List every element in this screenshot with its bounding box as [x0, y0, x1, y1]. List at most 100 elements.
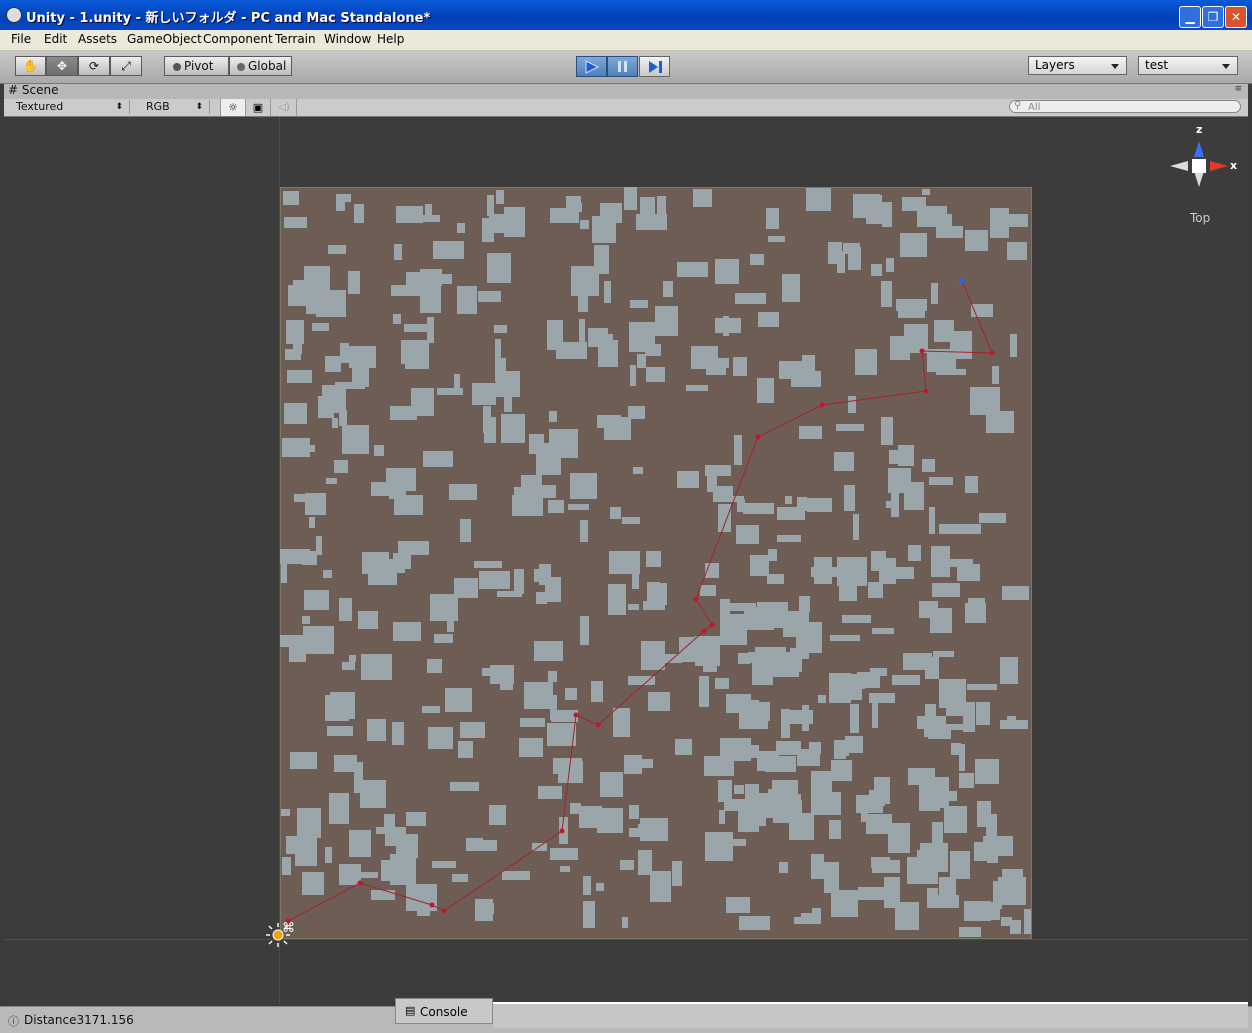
status-message: Distance3171.156	[24, 1013, 134, 1027]
building-block	[329, 793, 349, 824]
building-block	[281, 809, 290, 816]
menu-component[interactable]: Component	[203, 32, 273, 46]
building-block	[520, 718, 545, 727]
move-tool-button[interactable]: ✥	[46, 56, 78, 76]
building-block	[613, 708, 630, 737]
panel-menu-icon[interactable]: ≡	[1234, 84, 1242, 94]
audio-toggle[interactable]: ◁)	[272, 99, 297, 116]
building-block	[768, 549, 777, 561]
play-button[interactable]	[576, 56, 607, 77]
building-block	[919, 781, 940, 811]
color-mode-dropdown[interactable]: RGB ⬍	[138, 100, 210, 114]
tab-scene[interactable]: # Scene	[8, 83, 58, 97]
menu-window[interactable]: Window	[324, 32, 371, 46]
waypoint-marker	[573, 712, 579, 718]
building-block	[631, 759, 653, 768]
building-block	[536, 592, 547, 604]
building-block	[302, 872, 324, 895]
building-block	[750, 555, 769, 576]
building-block	[830, 635, 860, 641]
building-block	[312, 323, 329, 331]
building-block	[445, 688, 472, 712]
layout-dropdown[interactable]: test	[1138, 56, 1238, 75]
building-block	[766, 208, 779, 229]
rotate-tool-button[interactable]: ⟳	[78, 56, 110, 76]
building-block	[425, 204, 432, 216]
terrain-map	[280, 187, 1032, 939]
building-block	[608, 584, 626, 615]
building-block	[514, 569, 524, 594]
building-block	[646, 551, 661, 567]
building-block	[767, 574, 784, 584]
building-block	[327, 726, 353, 736]
building-block	[729, 839, 746, 846]
building-block	[957, 564, 980, 581]
maximize-button[interactable]: ❐	[1202, 6, 1224, 28]
menu-help[interactable]: Help	[377, 32, 404, 46]
orientation-gizmo[interactable]: z x Top	[1168, 123, 1237, 225]
building-block	[986, 411, 1014, 433]
building-block	[768, 236, 785, 242]
building-block	[504, 385, 512, 412]
camera-gizmo-icon[interactable]: ⌘	[282, 921, 295, 936]
step-button[interactable]	[639, 56, 670, 77]
building-block	[938, 895, 959, 908]
building-block	[929, 477, 953, 485]
updown-icon: ⬍	[115, 102, 123, 112]
building-block	[568, 504, 589, 510]
scene-search-input[interactable]: All	[1009, 100, 1241, 113]
building-block	[349, 346, 376, 368]
building-block	[900, 233, 927, 257]
building-block	[797, 749, 820, 766]
building-block	[1010, 334, 1017, 357]
waypoint-marker	[709, 622, 715, 628]
pause-button[interactable]	[607, 56, 638, 77]
building-block	[950, 851, 970, 879]
building-block	[894, 336, 922, 348]
building-block	[785, 496, 792, 504]
building-block	[547, 723, 576, 746]
building-block	[868, 582, 883, 598]
building-block	[396, 206, 423, 223]
menu-file[interactable]: File	[11, 32, 31, 46]
building-block	[650, 871, 671, 902]
building-block	[550, 208, 579, 223]
building-block	[489, 214, 508, 233]
waypoint-marker	[919, 348, 925, 354]
close-button[interactable]: ✕	[1225, 6, 1247, 28]
scene-lighting-toggle[interactable]: ☼	[220, 99, 246, 116]
scale-tool-button[interactable]: ⤢	[110, 56, 142, 76]
building-block	[789, 813, 814, 840]
building-block	[391, 285, 413, 296]
game-overlay-toggle[interactable]: ▣	[246, 99, 271, 116]
building-block	[853, 194, 880, 218]
building-block	[882, 202, 892, 227]
building-block	[290, 752, 317, 769]
global-toggle[interactable]: Global	[229, 56, 292, 76]
tab-console[interactable]: ▤ Console	[395, 998, 493, 1024]
menu-edit[interactable]: Edit	[44, 32, 67, 46]
minimize-button[interactable]: ▁	[1179, 6, 1201, 28]
building-block	[908, 545, 921, 561]
building-block	[449, 484, 477, 500]
building-block	[724, 799, 751, 811]
menu-gameobject[interactable]: GameObject	[127, 32, 202, 46]
building-block	[845, 736, 863, 753]
building-block	[964, 524, 981, 534]
hand-tool-button[interactable]: ✋	[15, 56, 46, 76]
layers-dropdown[interactable]: Layers	[1028, 56, 1127, 75]
menu-terrain[interactable]: Terrain	[275, 32, 316, 46]
menu-assets[interactable]: Assets	[78, 32, 117, 46]
scene-viewport[interactable]: ⌘ z x Top	[4, 117, 1248, 1004]
pivot-toggle[interactable]: Pivot	[164, 56, 229, 76]
building-block	[636, 214, 667, 230]
building-block	[783, 611, 809, 637]
building-block	[472, 383, 496, 405]
building-block	[739, 916, 770, 930]
building-block	[433, 241, 464, 259]
render-mode-dropdown[interactable]: Textured ⬍	[8, 100, 130, 114]
building-block	[336, 194, 345, 211]
gizmo-view-label: Top	[1190, 211, 1211, 225]
building-block	[428, 727, 453, 749]
building-block	[401, 340, 426, 364]
